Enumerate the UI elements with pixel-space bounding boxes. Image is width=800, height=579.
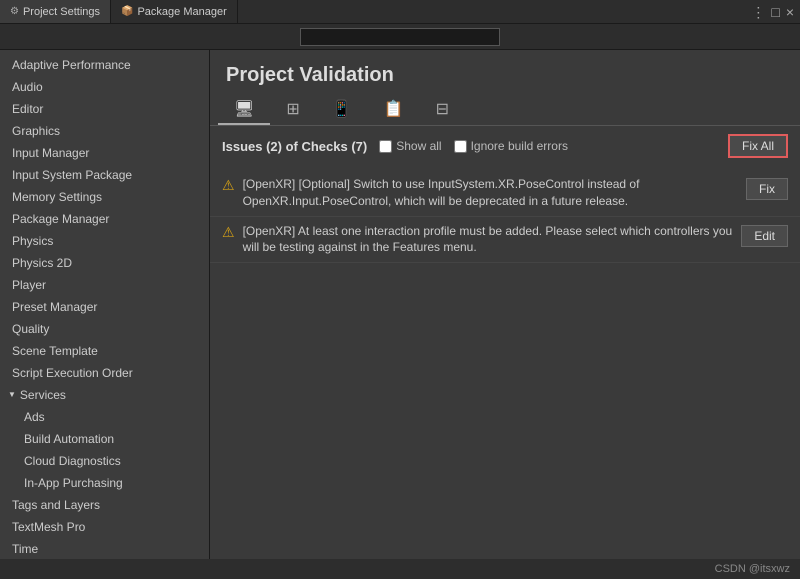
main-layout: Adaptive Performance Audio Editor Graphi… <box>0 50 800 559</box>
sidebar-item-physics[interactable]: Physics <box>0 230 209 252</box>
platform-tab-grid[interactable]: ⊞ <box>270 95 315 125</box>
sidebar-item-script-execution-order[interactable]: Script Execution Order <box>0 362 209 384</box>
platform-tab-desktop[interactable]: 🖥 <box>218 95 270 125</box>
footer-credit: CSDN @itsxwz <box>715 563 790 575</box>
search-bar <box>0 24 800 50</box>
sidebar-item-physics-2d[interactable]: Physics 2D <box>0 252 209 274</box>
issue-text-2: [OpenXR] At least one interaction profil… <box>243 223 734 257</box>
search-input[interactable] <box>300 28 500 46</box>
footer: CSDN @itsxwz <box>0 559 800 579</box>
platform-tab-windows[interactable]: ⊟ <box>420 95 465 125</box>
sidebar-services-label: Services <box>20 386 66 404</box>
tab-package-manager-label: Package Manager <box>137 6 226 18</box>
sidebar-item-in-app-purchasing[interactable]: In-App Purchasing <box>0 472 209 494</box>
platform-tabs: 🖥 ⊞ 📱 📋 ⊟ <box>210 95 800 126</box>
ignore-build-errors-checkbox-label[interactable]: Ignore build errors <box>454 139 568 153</box>
fix-button-1[interactable]: Fix <box>746 178 788 200</box>
sidebar-item-player[interactable]: Player <box>0 274 209 296</box>
sidebar-item-tags-and-layers[interactable]: Tags and Layers <box>0 494 209 516</box>
issues-header: Issues (2) of Checks (7) Show all Ignore… <box>210 126 800 166</box>
close-icon[interactable]: × <box>786 5 794 19</box>
fix-all-button[interactable]: Fix All <box>728 134 788 158</box>
more-options-icon[interactable]: ⋮ <box>751 5 765 19</box>
sidebar-item-adaptive-performance[interactable]: Adaptive Performance <box>0 54 209 76</box>
services-arrow-icon: ▼ <box>8 386 16 404</box>
show-all-text: Show all <box>396 139 441 153</box>
edit-button-2[interactable]: Edit <box>741 225 788 247</box>
sidebar-item-graphics[interactable]: Graphics <box>0 120 209 142</box>
show-all-checkbox-label[interactable]: Show all <box>379 139 441 153</box>
platform-tab-tablet[interactable]: 📋 <box>368 95 420 125</box>
window-actions: ⋮ □ × <box>751 5 800 19</box>
issues-count-label: Issues (2) of Checks (7) <box>222 139 367 154</box>
sidebar-item-ads[interactable]: Ads <box>0 406 209 428</box>
issue-item-1: ⚠ [OpenXR] [Optional] Switch to use Inpu… <box>210 170 800 217</box>
issues-list: ⚠ [OpenXR] [Optional] Switch to use Inpu… <box>210 166 800 559</box>
content-area: Project Validation 🖥 ⊞ 📱 📋 ⊟ Issues (2) … <box>210 50 800 559</box>
tab-project-settings-label: Project Settings <box>23 6 100 18</box>
sidebar-section-services[interactable]: ▼ Services <box>0 384 209 406</box>
sidebar-item-editor[interactable]: Editor <box>0 98 209 120</box>
sidebar-item-quality[interactable]: Quality <box>0 318 209 340</box>
page-title: Project Validation <box>210 50 800 95</box>
package-icon: 📦 <box>121 6 133 17</box>
warning-icon-1: ⚠ <box>222 177 235 194</box>
maximize-icon[interactable]: □ <box>771 5 779 19</box>
settings-icon: ⚙ <box>10 6 19 17</box>
warning-icon-2: ⚠ <box>222 224 235 241</box>
title-bar: ⚙ Project Settings 📦 Package Manager ⋮ □… <box>0 0 800 24</box>
sidebar-item-memory-settings[interactable]: Memory Settings <box>0 186 209 208</box>
sidebar-item-time[interactable]: Time <box>0 538 209 559</box>
sidebar-item-preset-manager[interactable]: Preset Manager <box>0 296 209 318</box>
tab-package-manager[interactable]: 📦 Package Manager <box>111 0 238 23</box>
platform-tab-android[interactable]: 📱 <box>316 95 368 125</box>
sidebar-item-scene-template[interactable]: Scene Template <box>0 340 209 362</box>
sidebar-item-package-manager[interactable]: Package Manager <box>0 208 209 230</box>
sidebar-item-textmesh-pro[interactable]: TextMesh Pro <box>0 516 209 538</box>
show-all-checkbox[interactable] <box>379 140 392 153</box>
sidebar-item-input-manager[interactable]: Input Manager <box>0 142 209 164</box>
sidebar-item-cloud-diagnostics[interactable]: Cloud Diagnostics <box>0 450 209 472</box>
issue-text-1: [OpenXR] [Optional] Switch to use InputS… <box>243 176 738 210</box>
issue-item-2: ⚠ [OpenXR] At least one interaction prof… <box>210 217 800 264</box>
tab-project-settings[interactable]: ⚙ Project Settings <box>0 0 111 23</box>
sidebar-item-audio[interactable]: Audio <box>0 76 209 98</box>
sidebar-item-build-automation[interactable]: Build Automation <box>0 428 209 450</box>
ignore-build-errors-text: Ignore build errors <box>471 139 568 153</box>
ignore-build-errors-checkbox[interactable] <box>454 140 467 153</box>
sidebar-item-input-system-package[interactable]: Input System Package <box>0 164 209 186</box>
sidebar: Adaptive Performance Audio Editor Graphi… <box>0 50 210 559</box>
